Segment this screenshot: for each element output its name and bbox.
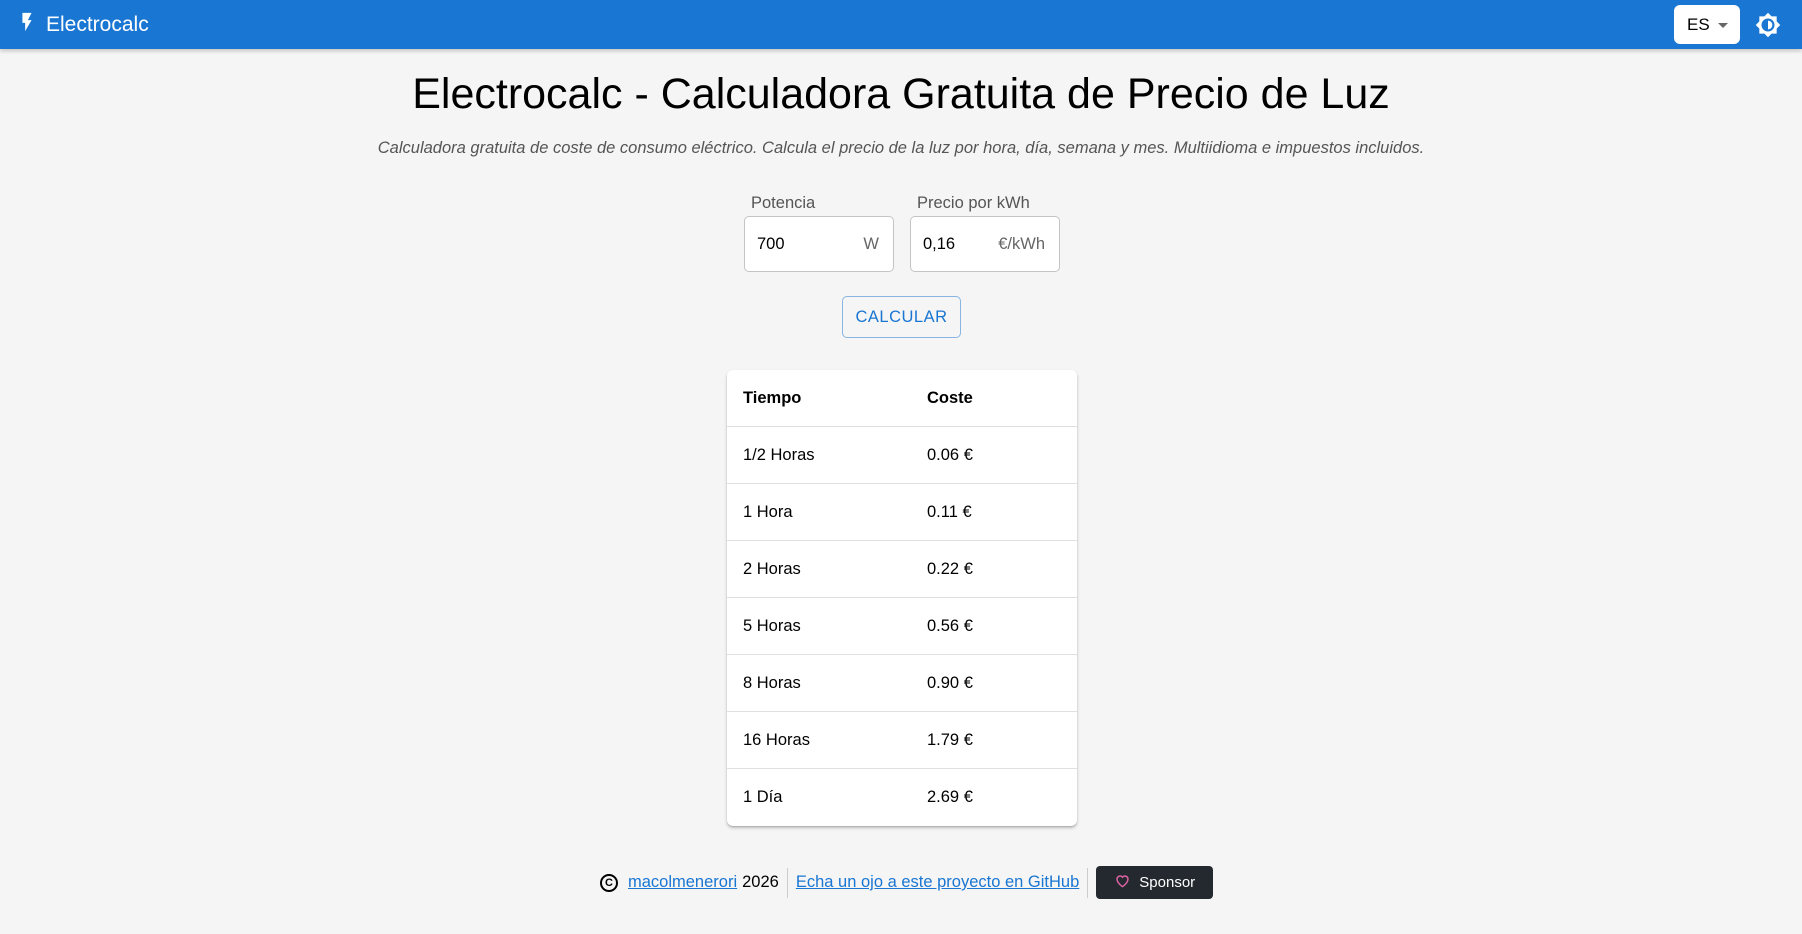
- table-row: 5 Horas 0.56 €: [727, 598, 1077, 655]
- bolt-icon: [16, 10, 38, 39]
- power-value: 700: [757, 234, 785, 253]
- row-cost: 0.56 €: [927, 616, 973, 635]
- row-time: 1/2 Horas: [743, 445, 815, 464]
- theme-toggle-button[interactable]: [1755, 12, 1781, 38]
- copyright-icon: C: [600, 873, 618, 892]
- divider: [1087, 867, 1089, 898]
- row-cost: 1.79 €: [927, 730, 973, 749]
- page-subtitle: Calculadora gratuita de coste de consumo…: [377, 139, 1425, 157]
- header-cost: Coste: [927, 388, 973, 407]
- price-value: 0,16: [923, 234, 956, 253]
- chevron-down-icon: [1717, 23, 1728, 28]
- brand-title: Electrocalc: [46, 12, 149, 36]
- row-cost: 0.90 €: [927, 673, 973, 692]
- github-link[interactable]: Echa un ojo a este proyecto en GitHub: [796, 873, 1079, 892]
- table-row: 1 Hora 0.11 €: [727, 484, 1077, 541]
- table-header-row: Tiempo Coste: [727, 370, 1077, 427]
- results-table: Tiempo Coste 1/2 Horas 0.06 € 1 Hora 0.1…: [727, 370, 1077, 826]
- table-row: 8 Horas 0.90 €: [727, 655, 1077, 712]
- table-row: 1/2 Horas 0.06 €: [727, 427, 1077, 484]
- row-time: 1 Día: [743, 788, 783, 806]
- table-row: 16 Horas 1.79 €: [727, 712, 1077, 769]
- row-time: 5 Horas: [743, 616, 801, 635]
- language-value: ES: [1687, 14, 1710, 34]
- power-input[interactable]: 700 W: [744, 216, 894, 272]
- power-unit: W: [863, 234, 879, 253]
- page-title: Electrocalc - Calculadora Gratuita de Pr…: [412, 70, 1390, 118]
- row-time: 2 Horas: [743, 559, 801, 578]
- row-cost: 0.11 €: [927, 502, 972, 521]
- sponsor-label: Sponsor: [1139, 874, 1196, 891]
- footer-year: 2026: [742, 873, 779, 891]
- table-row: 1 Día 2.69 €: [727, 769, 1077, 826]
- heart-icon: [1114, 873, 1139, 892]
- row-time: 16 Horas: [743, 730, 810, 749]
- divider: [786, 867, 788, 898]
- price-label: Precio por kWh: [917, 194, 1030, 212]
- price-unit: €/kWh: [998, 234, 1045, 253]
- app-bar: Electrocalc ES: [0, 0, 1802, 49]
- brand[interactable]: Electrocalc: [16, 10, 149, 39]
- brightness-icon: [1755, 12, 1781, 42]
- row-cost: 0.06 €: [927, 445, 973, 464]
- row-time: 1 Hora: [743, 502, 793, 521]
- author-link[interactable]: macolmenerori: [628, 873, 737, 892]
- power-label: Potencia: [751, 194, 816, 212]
- calculate-button[interactable]: CALCULAR: [842, 296, 961, 338]
- sponsor-button[interactable]: Sponsor: [1096, 866, 1214, 899]
- row-cost: 2.69 €: [927, 788, 973, 806]
- language-select[interactable]: ES: [1674, 5, 1740, 44]
- price-input[interactable]: 0,16 €/kWh: [910, 216, 1060, 272]
- footer: C macolmenerori 2026 Echa un ojo a este …: [600, 866, 1214, 899]
- row-cost: 0.22 €: [927, 559, 973, 578]
- header-time: Tiempo: [743, 388, 802, 407]
- row-time: 8 Horas: [743, 673, 801, 692]
- table-row: 2 Horas 0.22 €: [727, 541, 1077, 598]
